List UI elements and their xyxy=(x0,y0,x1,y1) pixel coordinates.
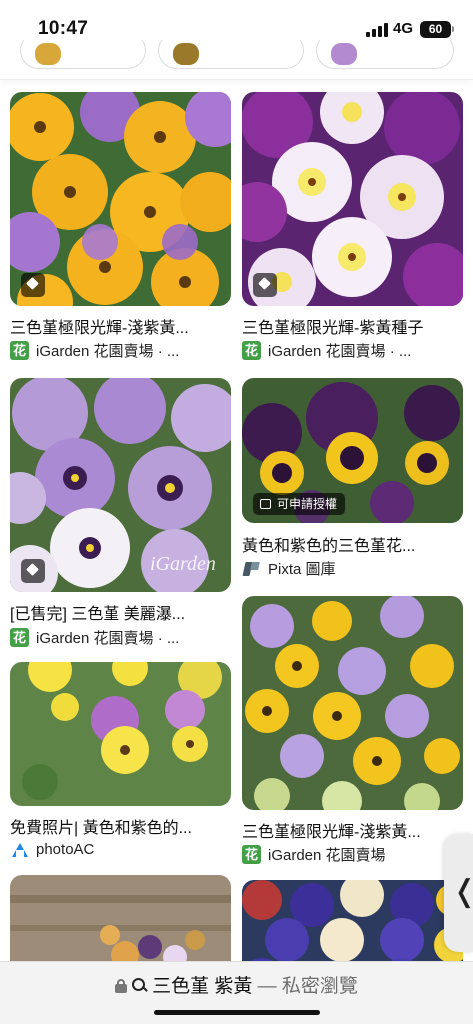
related-search-chip[interactable] xyxy=(158,40,304,69)
result-title[interactable]: 三色堇極限光輝-淺紫黃... xyxy=(242,818,463,842)
result-thumbnail[interactable] xyxy=(242,596,463,810)
image-watermark: iGarden xyxy=(150,553,216,575)
search-icon xyxy=(132,978,147,993)
igarden-icon: 花 xyxy=(242,341,261,360)
license-badge: 可申請授權 xyxy=(253,493,346,515)
result-source[interactable]: Pixta 圖庫 xyxy=(242,558,463,579)
result-source-name: iGarden 花園賣場 · ... xyxy=(36,630,180,647)
result-source-name: iGarden 花園賣場 xyxy=(268,847,386,864)
cellular-signal-icon xyxy=(366,23,388,37)
status-time: 10:47 xyxy=(38,18,89,39)
image-result-card[interactable]: 三色堇極限光輝-淺紫黃... 花 iGarden 花園賣場 xyxy=(242,596,463,866)
related-search-chip[interactable] xyxy=(20,40,146,69)
tag-icon xyxy=(21,559,45,583)
side-panel-handle[interactable]: ❬ xyxy=(444,834,473,952)
result-title[interactable]: 三色堇極限光輝-淺紫黃... xyxy=(10,314,231,338)
result-thumbnail[interactable] xyxy=(10,92,231,306)
lock-icon xyxy=(115,979,128,993)
license-badge-label: 可申請授權 xyxy=(277,497,338,511)
result-thumbnail[interactable] xyxy=(242,92,463,306)
pixta-icon xyxy=(242,559,261,578)
image-result-card[interactable]: 免費照片| 黃色和紫色的... photoAC xyxy=(10,662,231,862)
result-thumbnail[interactable] xyxy=(10,662,231,806)
image-result-card[interactable]: 可申請授權 黃色和紫色的三色堇花... Pixta 圖庫 xyxy=(242,378,463,583)
related-search-chip[interactable] xyxy=(316,40,454,69)
image-icon xyxy=(260,499,271,509)
battery-icon: 60 xyxy=(420,21,454,38)
chip-thumbnail xyxy=(35,43,61,65)
image-result-card[interactable]: iGarden [已售完] 三色堇 美麗瀑... 花 iGarden 花園賣場 … xyxy=(10,378,231,650)
result-source[interactable]: 花 iGarden 花園賣場 · ... xyxy=(10,627,231,648)
result-thumbnail[interactable]: iGarden xyxy=(10,378,231,592)
igarden-icon: 花 xyxy=(242,845,261,864)
chevron-left-icon: ❬ xyxy=(452,874,473,909)
address-content: 三色堇 紫黃 — 私密瀏覽 xyxy=(0,971,473,998)
result-title[interactable]: [已售完] 三色堇 美麗瀑... xyxy=(10,600,231,624)
chip-thumbnail xyxy=(331,43,357,65)
private-browsing-label: — 私密瀏覽 xyxy=(257,976,358,997)
image-result-card[interactable]: 三色堇極限光輝-淺紫黃... 花 iGarden 花園賣場 · ... xyxy=(10,92,231,362)
related-search-chips xyxy=(0,40,473,80)
image-result-card[interactable] xyxy=(242,880,463,1000)
result-title[interactable]: 免費照片| 黃色和紫色的... xyxy=(10,814,231,838)
tag-icon xyxy=(21,273,45,297)
image-result-card[interactable]: 三色堇極限光輝-紫黃種子 花 iGarden 花園賣場 · ... xyxy=(242,92,463,362)
network-type: 4G xyxy=(393,20,414,37)
result-thumbnail[interactable]: 可申請授權 xyxy=(242,378,463,523)
result-source[interactable]: 花 iGarden 花園賣場 xyxy=(242,844,463,865)
igarden-icon: 花 xyxy=(10,628,29,647)
igarden-icon: 花 xyxy=(10,341,29,360)
image-result-card[interactable] xyxy=(10,875,231,995)
result-source[interactable]: 花 iGarden 花園賣場 · ... xyxy=(242,340,463,361)
photoac-icon xyxy=(10,840,29,859)
tag-icon xyxy=(253,273,277,297)
result-source-name: iGarden 花園賣場 · ... xyxy=(268,343,412,360)
home-indicator[interactable] xyxy=(154,1010,320,1015)
search-query: 三色堇 紫黃 xyxy=(152,976,253,997)
chip-thumbnail xyxy=(173,43,199,65)
result-source-name: Pixta 圖庫 xyxy=(268,561,336,578)
result-source[interactable]: 花 iGarden 花園賣場 · ... xyxy=(10,340,231,361)
result-title[interactable]: 黃色和紫色的三色堇花... xyxy=(242,532,463,556)
result-source-name: iGarden 花園賣場 · ... xyxy=(36,343,180,360)
result-title[interactable]: 三色堇極限光輝-紫黃種子 xyxy=(242,314,463,338)
result-source[interactable]: photoAC xyxy=(10,840,231,859)
result-source-name: photoAC xyxy=(36,841,95,858)
